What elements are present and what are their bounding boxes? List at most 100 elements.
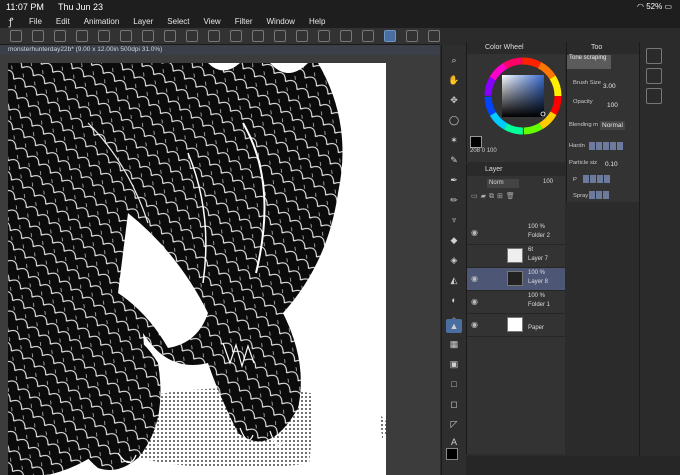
hand-tool-icon[interactable]: ✋: [446, 73, 462, 87]
document-tab[interactable]: monsterhunterday22b* (9.00 x 12.00in 500…: [0, 45, 440, 55]
drawing-canvas[interactable]: [8, 63, 388, 475]
layer-opacity-label: 100 %: [528, 270, 546, 276]
delete-layer-icon[interactable]: 🗑: [506, 193, 518, 200]
canvas-area[interactable]: [0, 55, 440, 475]
visibility-eye-icon[interactable]: ◉: [471, 228, 478, 237]
eraser-tool-icon[interactable]: ◆: [446, 233, 462, 247]
text-tool-icon[interactable]: A: [446, 435, 462, 449]
tool-property-header: Too: [567, 42, 639, 54]
fill-icon[interactable]: [142, 30, 154, 42]
layer-row-paper[interactable]: ◉ Paper: [467, 314, 565, 337]
tone-scraping-tool-icon[interactable]: ▲: [446, 319, 462, 333]
opacity-value[interactable]: 100: [607, 102, 618, 109]
menu-view[interactable]: View: [197, 17, 228, 26]
undo-icon[interactable]: [164, 30, 176, 42]
menu-select[interactable]: Select: [160, 17, 196, 26]
hsv-readout: 208 0 100: [470, 148, 497, 154]
print-icon[interactable]: [98, 30, 110, 42]
layer-row-layer-8[interactable]: ◉ 100 % Layer 8: [467, 268, 565, 291]
battery-indicator: ◠ 52% ▭: [637, 2, 672, 11]
menu-filter[interactable]: Filter: [228, 17, 260, 26]
navigator-icon[interactable]: [646, 48, 662, 64]
menu-edit[interactable]: Edit: [49, 17, 77, 26]
square-tool-icon[interactable]: □: [446, 377, 462, 391]
menu-window[interactable]: Window: [260, 17, 302, 26]
menu-layer[interactable]: Layer: [126, 17, 160, 26]
tool-name: Tone scraping: [567, 55, 611, 69]
quick-access-icon[interactable]: [428, 30, 440, 42]
pencil-tool-icon[interactable]: ✏: [446, 193, 462, 207]
layer-opacity[interactable]: 100: [543, 179, 553, 185]
pen-tool-icon[interactable]: ✒: [446, 173, 462, 187]
main-color-swatch[interactable]: [446, 448, 458, 460]
snap-ruler-icon[interactable]: [318, 30, 330, 42]
balloon-tool-icon[interactable]: ◻: [446, 397, 462, 411]
copy-layer-icon[interactable]: ⧉: [489, 193, 497, 200]
snap-grid-icon[interactable]: [362, 30, 374, 42]
transform-icon[interactable]: [230, 30, 242, 42]
color-wheel[interactable]: [483, 56, 563, 136]
magic-wand-tool-icon[interactable]: ✶: [446, 133, 462, 147]
document-title: monsterhunterday22b* (9.00 x 12.00in 500…: [8, 46, 163, 53]
tool-property-tab[interactable]: Too: [591, 44, 602, 51]
brush-tool-icon[interactable]: ♆: [446, 213, 462, 227]
zoom-tool-icon[interactable]: ⌕: [446, 53, 462, 67]
app-logo-icon[interactable]: ꝭ: [0, 14, 22, 28]
gradient-tool-icon[interactable]: ◐: [446, 293, 462, 307]
hue-value: 208: [470, 148, 481, 154]
layer-thumbnail: [507, 271, 523, 286]
spray-slider[interactable]: [589, 191, 609, 199]
correct-line-tool-icon[interactable]: ◸: [446, 417, 462, 431]
lasso-tool-icon[interactable]: ◯: [446, 113, 462, 127]
color-wheel-header: Color Wheel: [467, 42, 565, 54]
layer-thumbnail: [507, 317, 523, 332]
menu-help[interactable]: Help: [302, 17, 332, 26]
blending-mode-select[interactable]: Normal: [600, 121, 625, 130]
visibility-eye-icon[interactable]: ◉: [471, 274, 478, 283]
particle-size-value[interactable]: 0.10: [605, 161, 618, 168]
new-folder-icon[interactable]: ▰: [481, 193, 489, 200]
new-file-icon[interactable]: [10, 30, 22, 42]
blend-tool-icon[interactable]: ◈: [446, 253, 462, 267]
status-date: Thu Jun 23: [58, 2, 104, 12]
hardness-slider[interactable]: [589, 142, 623, 150]
pen-tool-icon[interactable]: [384, 30, 396, 42]
new-raster-layer-icon[interactable]: ▭: [471, 193, 481, 200]
layer-row-folder-1[interactable]: ◉ 100 % Folder 1: [467, 291, 565, 314]
frame-tool-icon[interactable]: ▦: [446, 337, 462, 351]
loading-icon[interactable]: [208, 30, 220, 42]
move-tool-icon[interactable]: ✥: [446, 93, 462, 107]
visibility-eye-icon[interactable]: ◉: [471, 297, 478, 306]
invert-selection-icon[interactable]: [274, 30, 286, 42]
pen-settings-icon[interactable]: [406, 30, 418, 42]
menu-file[interactable]: File: [22, 17, 49, 26]
brush-size-value[interactable]: 3.00: [603, 83, 616, 90]
visibility-eye-icon[interactable]: ◉: [471, 320, 478, 329]
export-icon[interactable]: [76, 30, 88, 42]
battery-percent: 52%: [646, 2, 663, 11]
save-icon[interactable]: [54, 30, 66, 42]
redo-icon[interactable]: [186, 30, 198, 42]
layer-row-layer-7[interactable]: 6t Layer 7: [467, 245, 565, 268]
status-bar: 11:07 PM Thu Jun 23 ◠ 52% ▭: [0, 0, 680, 14]
layer-panel-title: Layer: [485, 166, 503, 173]
fill-tool-icon[interactable]: ◭: [446, 273, 462, 287]
3d-icon[interactable]: [646, 88, 662, 104]
hardness-label: Hardn: [569, 143, 585, 149]
deselect-icon[interactable]: [252, 30, 264, 42]
snap-special-ruler-icon[interactable]: [340, 30, 352, 42]
crop-icon[interactable]: [296, 30, 308, 42]
open-file-icon[interactable]: [32, 30, 44, 42]
particle-density-label: P: [573, 177, 577, 183]
material-icon[interactable]: [646, 68, 662, 84]
particle-density-slider[interactable]: [583, 175, 610, 183]
clear-icon[interactable]: [120, 30, 132, 42]
menu-animation[interactable]: Animation: [77, 17, 127, 26]
foreground-color-swatch[interactable]: [470, 136, 482, 148]
blend-mode-select[interactable]: Norm: [487, 179, 519, 188]
bottom-bar: [466, 456, 680, 475]
ruler-tool-icon[interactable]: ▣: [446, 357, 462, 371]
layer-row-folder-2[interactable]: ◉ 100 % Folder 2: [467, 222, 565, 245]
merge-layer-icon[interactable]: ⊞: [497, 193, 506, 200]
eyedropper-tool-icon[interactable]: ✎: [446, 153, 462, 167]
